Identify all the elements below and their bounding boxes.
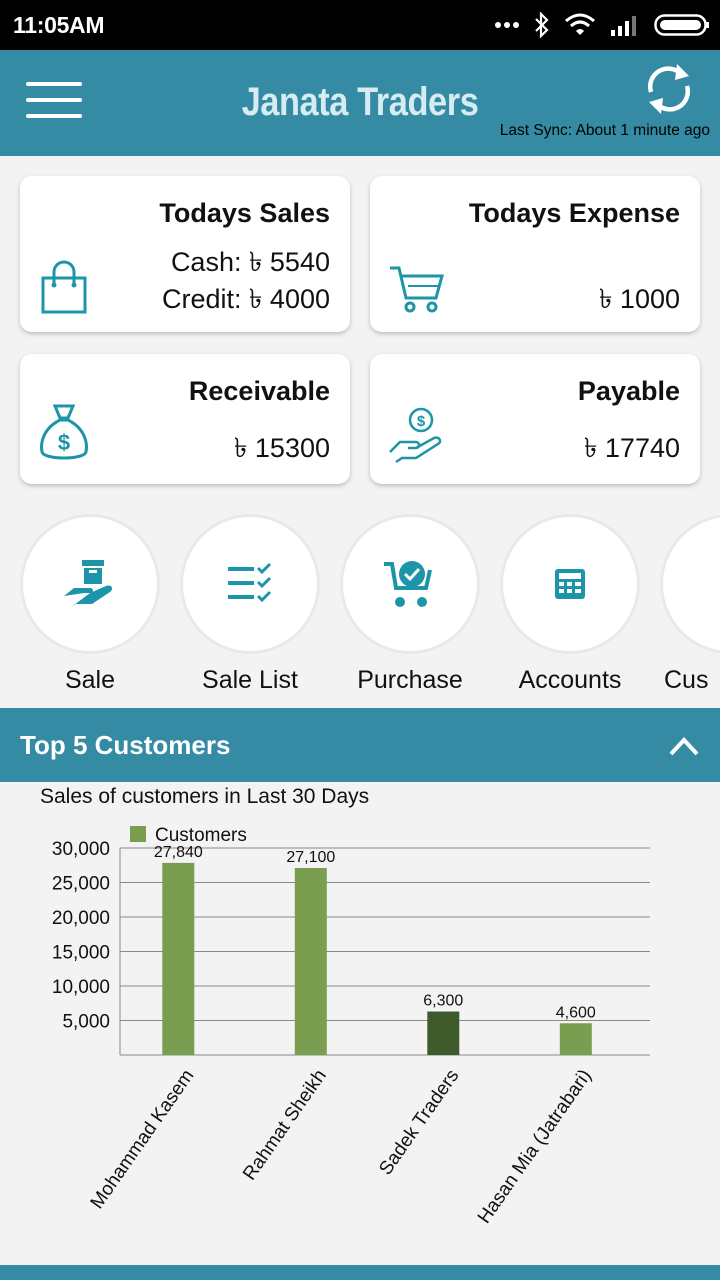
more-dots-icon xyxy=(495,22,519,28)
y-tick-label: 15,000 xyxy=(52,943,110,964)
todays-sales-card[interactable]: Todays Sales Cash: ৳ 5540 Credit: ৳ 4000 xyxy=(20,176,350,332)
accounts-action[interactable]: Accounts xyxy=(500,514,640,694)
bar xyxy=(294,868,327,1055)
status-icons xyxy=(494,10,710,40)
legend-label: Customers xyxy=(155,825,247,846)
bar xyxy=(559,1023,592,1055)
x-tick-label: Rahmat Sheikh xyxy=(239,1066,331,1184)
bar-value-label: 6,300 xyxy=(423,993,463,1010)
sync-icon[interactable] xyxy=(643,60,695,118)
purchase-action[interactable]: Purchase xyxy=(340,514,480,694)
action-label: Accounts xyxy=(518,666,622,694)
payable-value: ৳ 17740 xyxy=(583,433,680,463)
y-tick-label: 5,000 xyxy=(62,1012,110,1033)
legend-swatch xyxy=(130,826,146,842)
calculator-icon xyxy=(555,569,585,599)
card-title: Todays Expense xyxy=(468,198,680,228)
card-title: Receivable xyxy=(188,376,330,406)
sales-credit-value: Credit: ৳ 4000 xyxy=(161,284,330,314)
checklist-icon xyxy=(228,563,272,603)
bluetooth-icon xyxy=(535,12,549,38)
app-bar: Janata Traders xyxy=(0,50,720,156)
bar xyxy=(427,1011,460,1055)
cart-icon xyxy=(390,266,444,313)
bottom-bar xyxy=(0,1265,720,1280)
top-customers-header[interactable]: Top 5 Customers xyxy=(0,708,720,782)
chevron-up-icon[interactable] xyxy=(668,730,700,760)
y-tick-label: 10,000 xyxy=(52,977,110,998)
customers-bar-chart: 5,000 10,000 15,000 20,000 25,000 30,000 Custo… xyxy=(52,825,650,1228)
status-time: 11:05AM xyxy=(13,12,105,38)
customers-action[interactable]: Cus xyxy=(660,514,720,694)
shopping-bag-icon xyxy=(41,260,87,314)
action-label: Sale xyxy=(64,666,116,694)
receivable-card[interactable]: Receivable ৳ 15300 $ xyxy=(20,354,350,484)
bar-value-label: 27,100 xyxy=(286,849,335,866)
bar-value-label: 27,840 xyxy=(154,844,203,861)
x-tick-label: Mohammad Kasem xyxy=(87,1066,199,1213)
svg-text:$: $ xyxy=(58,430,70,455)
action-label: Purchase xyxy=(357,666,463,694)
signal-icon xyxy=(611,16,636,36)
y-tick-label: 25,000 xyxy=(52,874,110,895)
quick-actions: Sale Sale List Purchase Accounts Cus xyxy=(0,514,720,694)
sale-action[interactable]: Sale xyxy=(20,514,160,694)
last-sync-label: Last Sync: About 1 minute ago xyxy=(499,122,710,139)
app-title: Janata Traders xyxy=(241,80,479,124)
expense-value: ৳ 1000 xyxy=(598,284,680,314)
x-tick-label: Sadek Traders xyxy=(375,1066,463,1179)
payable-card[interactable]: Payable ৳ 17740 $ xyxy=(370,354,700,484)
hand-box-icon xyxy=(64,560,113,608)
action-label: Sale List xyxy=(202,666,298,694)
hand-coin-icon: $ xyxy=(389,407,442,464)
chart-subtitle: Sales of customers in Last 30 Days xyxy=(40,785,370,808)
receivable-value: ৳ 15300 xyxy=(233,433,330,463)
y-tick-label: 30,000 xyxy=(52,839,110,860)
todays-expense-card[interactable]: Todays Expense ৳ 1000 xyxy=(370,176,700,332)
action-label: Cus xyxy=(664,666,709,694)
status-bar: 11:05AM xyxy=(0,0,720,50)
bar xyxy=(162,862,195,1055)
card-title: Todays Sales xyxy=(159,198,330,228)
battery-icon xyxy=(654,14,709,36)
wifi-icon xyxy=(565,13,595,35)
sale-list-action[interactable]: Sale List xyxy=(180,514,320,694)
money-bag-icon: $ xyxy=(40,404,88,460)
section-title: Top 5 Customers xyxy=(20,730,231,760)
cart-check-icon xyxy=(384,561,432,607)
customer-icon xyxy=(660,514,720,654)
x-tick-label: Hasan Mia (Jatrabari) xyxy=(474,1066,596,1228)
card-title: Payable xyxy=(577,376,680,406)
svg-text:$: $ xyxy=(417,413,426,430)
bar-value-label: 4,600 xyxy=(556,1004,596,1021)
y-tick-label: 20,000 xyxy=(52,908,110,929)
